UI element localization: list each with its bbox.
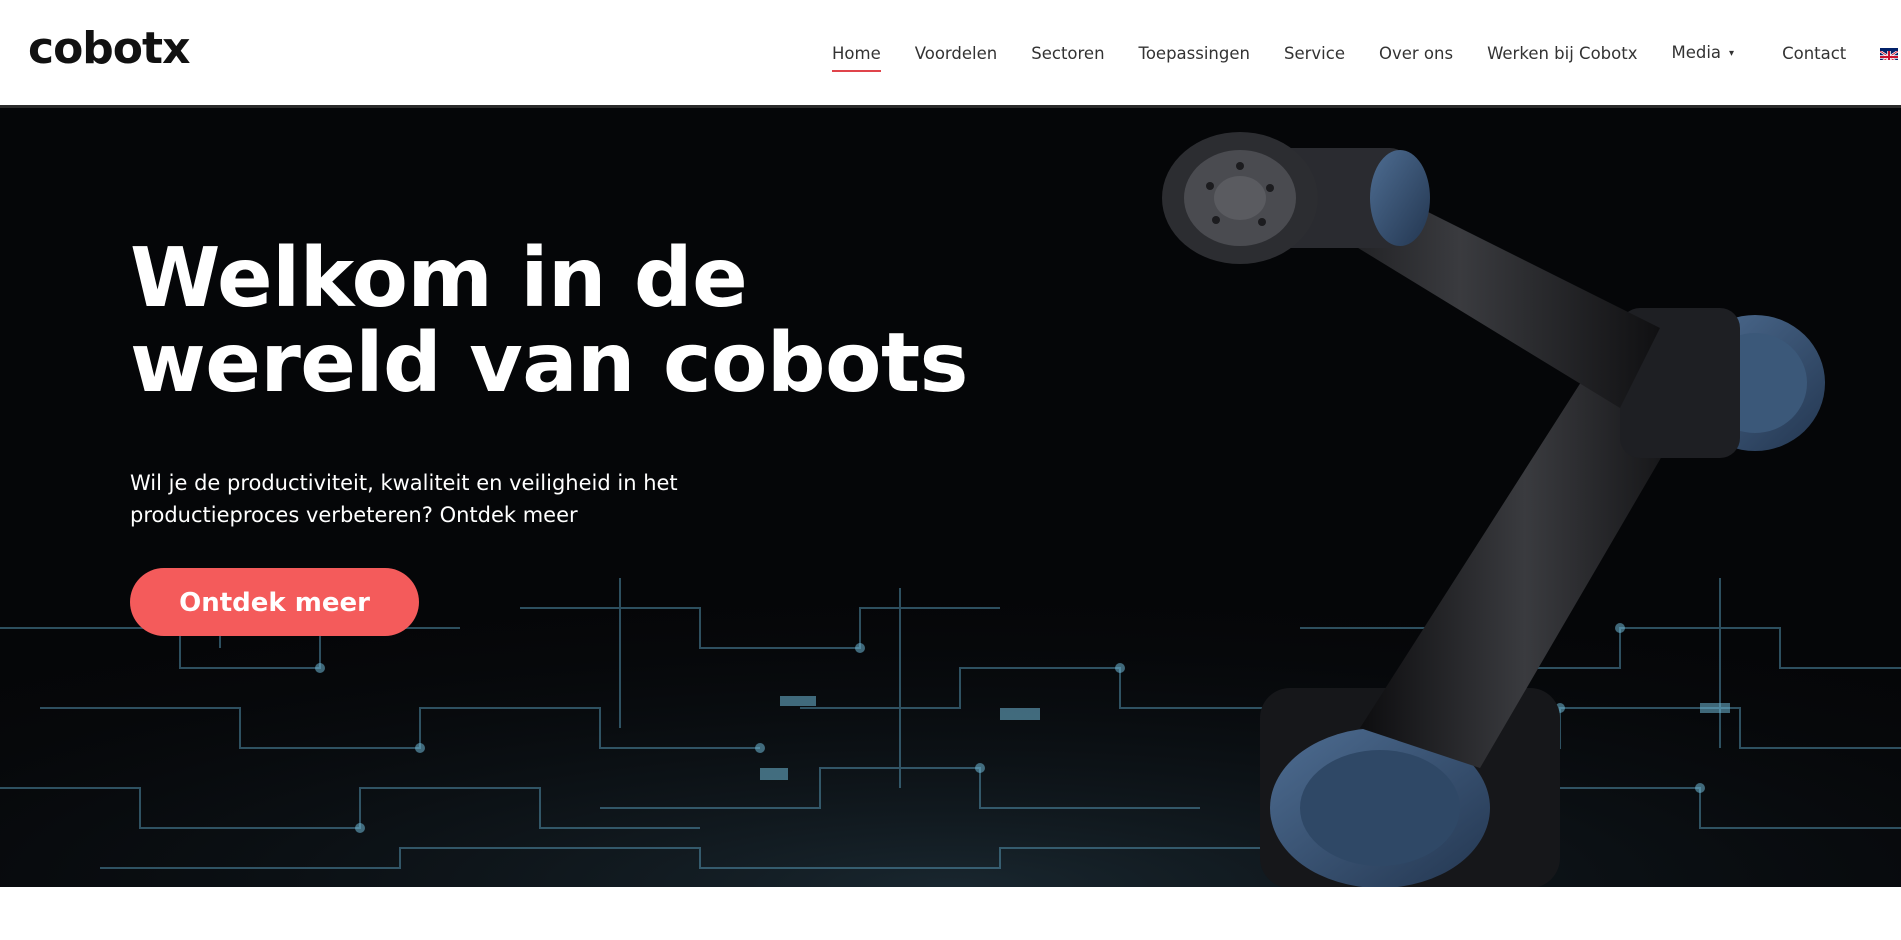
nav-item-media-label: Media (1671, 42, 1722, 62)
logo-text: cobot (28, 23, 163, 74)
hero-subtitle: Wil je de productiviteit, kwaliteit en v… (130, 471, 678, 527)
hero-title-line-1: Welkom in de (130, 231, 748, 326)
page-content-below-hero (0, 887, 1901, 940)
nav-item-home[interactable]: Home (832, 40, 881, 72)
uk-flag-graphic (1880, 50, 1899, 60)
nav-item-werken-bij-cobotx[interactable]: Werken bij Cobotx (1487, 40, 1637, 68)
nav-item-over-ons[interactable]: Over ons (1379, 40, 1453, 68)
site-header: cobotx Home Voordelen Sectoren Toepassin… (0, 0, 1901, 108)
uk-flag-icon[interactable] (1880, 48, 1899, 60)
nav-item-voordelen[interactable]: Voordelen (915, 40, 998, 68)
nav-item-service[interactable]: Service (1284, 40, 1345, 68)
logo-x: x (162, 23, 190, 74)
hero-section: Welkom in de wereld van cobots Wil je de… (0, 108, 1901, 887)
hero-title-line-2: wereld van cobots (130, 316, 968, 411)
nav-item-toepassingen[interactable]: Toepassingen (1139, 40, 1250, 68)
chevron-down-icon: ▾ (1729, 47, 1735, 59)
cobotx-logo[interactable]: cobotx (28, 20, 190, 78)
nav-item-media[interactable]: Media ▾ (1671, 39, 1734, 70)
main-nav: Home Voordelen Sectoren Toepassingen Ser… (832, 39, 1899, 72)
nav-item-contact[interactable]: Contact (1782, 40, 1846, 68)
nav-item-sectoren[interactable]: Sectoren (1031, 40, 1104, 68)
hero-title: Welkom in de wereld van cobots (130, 236, 1030, 406)
ontdek-meer-button[interactable]: Ontdek meer (130, 568, 419, 636)
